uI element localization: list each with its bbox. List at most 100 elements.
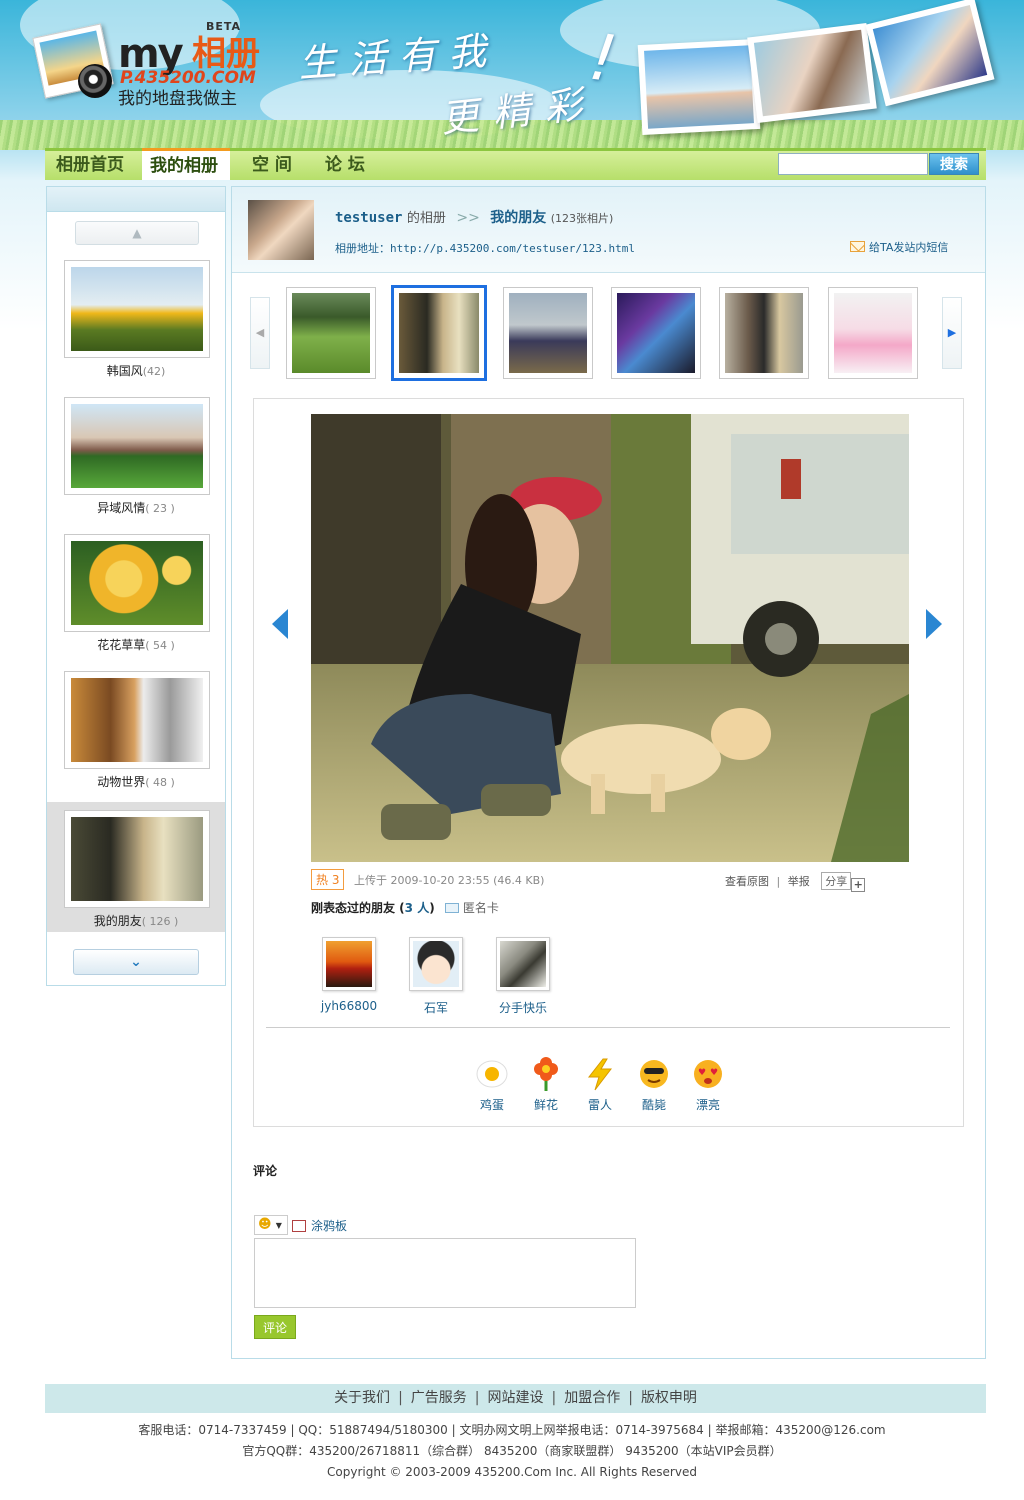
album-label[interactable]: 动物世界( 48 ) bbox=[47, 773, 225, 790]
owner-link[interactable]: testuser bbox=[335, 210, 402, 226]
reaction-cool[interactable]: 酷毙 bbox=[629, 1057, 679, 1113]
sidebar-album-item[interactable]: 动物世界( 48 ) bbox=[47, 663, 225, 793]
search-input[interactable] bbox=[778, 153, 928, 175]
comment-submit-button[interactable]: 评论 bbox=[254, 1315, 296, 1339]
thumbnail-active[interactable] bbox=[391, 285, 487, 381]
logo-slogan: 我的地盘我做主 bbox=[118, 89, 237, 109]
visitor-name[interactable]: 分手快乐 bbox=[488, 999, 558, 1016]
nav-album-home[interactable]: 相册首页 bbox=[56, 151, 124, 180]
footer-copyright: Copyright © 2003-2009 435200.Com Inc. Al… bbox=[327, 1465, 697, 1479]
main-photo[interactable] bbox=[311, 414, 909, 862]
camera-lens-icon bbox=[78, 64, 112, 98]
send-message-link[interactable]: 给TA发站内短信 bbox=[850, 239, 948, 255]
sidebar-scroll-up-button[interactable]: ▲ bbox=[75, 221, 199, 245]
action-separator: | bbox=[776, 875, 781, 888]
footer-links: 关于我们 | 广告服务 | 网站建设 | 加盟合作 | 版权申明 bbox=[45, 1384, 986, 1413]
visitor-item[interactable]: 分手快乐 bbox=[488, 937, 558, 1016]
photo-meta: 热 3 上传于 2009-10-20 23:55 (46.4 KB) 查看原图 … bbox=[311, 869, 909, 892]
sidebar-scroll-down-button[interactable]: ⌄ bbox=[73, 949, 199, 975]
thumbnail[interactable] bbox=[828, 287, 918, 379]
reaction-egg[interactable]: 鸡蛋 bbox=[467, 1057, 517, 1113]
share-button[interactable]: 分享 bbox=[821, 872, 852, 890]
banner-photo bbox=[865, 0, 995, 107]
visitor-avatar[interactable] bbox=[496, 937, 550, 991]
search-button[interactable]: 搜索 bbox=[929, 153, 979, 175]
album-label[interactable]: 我的朋友( 126 ) bbox=[47, 912, 225, 929]
album-label[interactable]: 异域风情( 23 ) bbox=[47, 499, 225, 516]
doodle-board-link[interactable]: 涂鸦板 bbox=[292, 1217, 347, 1234]
thumbnail[interactable] bbox=[611, 287, 701, 379]
address-url[interactable]: http://p.435200.com/testuser/123.html bbox=[390, 242, 635, 255]
next-photo-arrow-icon[interactable] bbox=[926, 609, 942, 639]
thumbnail[interactable] bbox=[719, 287, 809, 379]
footer-link-ads[interactable]: 广告服务 bbox=[411, 1390, 467, 1406]
sidebar-album-item[interactable]: 花花草草( 54 ) bbox=[47, 526, 225, 656]
doodle-icon bbox=[292, 1220, 306, 1232]
sidebar-album-item-active[interactable]: 我的朋友( 126 ) bbox=[47, 802, 225, 932]
thumb-next-button[interactable]: ▶ bbox=[942, 297, 962, 369]
dropdown-arrow-icon: ▼ bbox=[275, 1221, 282, 1230]
anonymous-card-link[interactable]: 匿名卡 bbox=[463, 901, 499, 915]
cool-face-icon bbox=[637, 1057, 671, 1091]
heart-eyes-icon: ♥ ♥ bbox=[691, 1057, 725, 1091]
sidebar-album-item[interactable]: 韩国风(42) bbox=[47, 252, 225, 382]
report-link[interactable]: 举报 bbox=[788, 875, 810, 888]
main-nav: 相册首页 我的相册 空 间 论 坛 搜索 bbox=[45, 148, 986, 180]
album-photo-count: (123张相片) bbox=[550, 212, 614, 225]
visitor-item[interactable]: 石军 bbox=[401, 937, 471, 1016]
thumbnail[interactable] bbox=[503, 287, 593, 379]
album-cover[interactable] bbox=[64, 671, 210, 769]
footer-link-copyright[interactable]: 版权申明 bbox=[641, 1390, 697, 1406]
sidebar-header bbox=[47, 187, 225, 212]
emoji-picker-button[interactable]: ☻ ▼ bbox=[254, 1215, 288, 1235]
footer-link-about[interactable]: 关于我们 bbox=[334, 1390, 390, 1406]
album-label[interactable]: 韩国风(42) bbox=[47, 362, 225, 379]
footer-link-partner[interactable]: 加盟合作 bbox=[564, 1390, 620, 1406]
view-original-link[interactable]: 查看原图 bbox=[725, 875, 769, 888]
nav-my-albums[interactable]: 我的相册 bbox=[142, 148, 230, 180]
visitor-name[interactable]: jyh66800 bbox=[314, 999, 384, 1013]
photo-actions: 查看原图 | 举报 分享 + bbox=[725, 872, 866, 892]
chevron-up-icon: ▲ bbox=[132, 226, 142, 240]
egg-icon bbox=[475, 1057, 509, 1091]
footer-contact: 客服电话：0714-7337459 | QQ：51887494/5180300 … bbox=[138, 1423, 886, 1437]
album-cover[interactable] bbox=[64, 810, 210, 908]
hot-badge: 热 3 bbox=[311, 869, 345, 890]
album-label[interactable]: 花花草草( 54 ) bbox=[47, 636, 225, 653]
reaction-lightning[interactable]: 雷人 bbox=[575, 1057, 625, 1113]
comment-input[interactable] bbox=[254, 1238, 636, 1308]
reaction-pretty[interactable]: ♥ ♥ 漂亮 bbox=[683, 1057, 733, 1113]
visitor-name[interactable]: 石军 bbox=[401, 999, 471, 1016]
owner-suffix: 的相册 bbox=[406, 211, 446, 226]
main-content: testuser 的相册 >> 我的朋友 (123张相片) 相册地址：http:… bbox=[231, 186, 986, 1359]
sidebar-album-item[interactable]: 异域风情( 23 ) bbox=[47, 389, 225, 519]
nav-forum[interactable]: 论 坛 bbox=[325, 151, 365, 180]
album-address: 相册地址：http://p.435200.com/testuser/123.ht… bbox=[335, 240, 635, 256]
prev-photo-arrow-icon[interactable] bbox=[272, 609, 288, 639]
svg-text:♥: ♥ bbox=[710, 1068, 718, 1078]
flower-icon bbox=[529, 1057, 563, 1091]
logo-beta-tag: BETA bbox=[206, 20, 242, 33]
banner-photo bbox=[637, 38, 761, 136]
smiley-icon: ☻ bbox=[258, 1217, 272, 1232]
mail-icon bbox=[850, 241, 865, 252]
album-cover[interactable] bbox=[64, 260, 210, 358]
upload-info: 上传于 2009-10-20 23:55 (46.4 KB) bbox=[354, 874, 545, 887]
plus-icon[interactable]: + bbox=[851, 878, 866, 892]
visitor-avatar[interactable] bbox=[409, 937, 463, 991]
footer-link-website[interactable]: 网站建设 bbox=[488, 1390, 544, 1406]
banner-photo bbox=[747, 23, 877, 123]
album-name-link[interactable]: 我的朋友 bbox=[490, 210, 546, 226]
album-cover[interactable] bbox=[64, 534, 210, 632]
thumbnail[interactable] bbox=[286, 287, 376, 379]
visitor-avatar[interactable] bbox=[322, 937, 376, 991]
footer-qq-groups: 官方QQ群：435200/26718811（综合群） 8435200（商家联盟群… bbox=[242, 1444, 782, 1458]
main-photo-image bbox=[311, 414, 909, 862]
nav-space[interactable]: 空 间 bbox=[252, 151, 292, 180]
avatar[interactable] bbox=[248, 200, 314, 260]
card-icon bbox=[444, 903, 459, 913]
album-cover[interactable] bbox=[64, 397, 210, 495]
thumb-prev-button[interactable]: ◀ bbox=[250, 297, 270, 369]
visitor-item[interactable]: jyh66800 bbox=[314, 937, 384, 1013]
reaction-flower[interactable]: 鲜花 bbox=[521, 1057, 571, 1113]
